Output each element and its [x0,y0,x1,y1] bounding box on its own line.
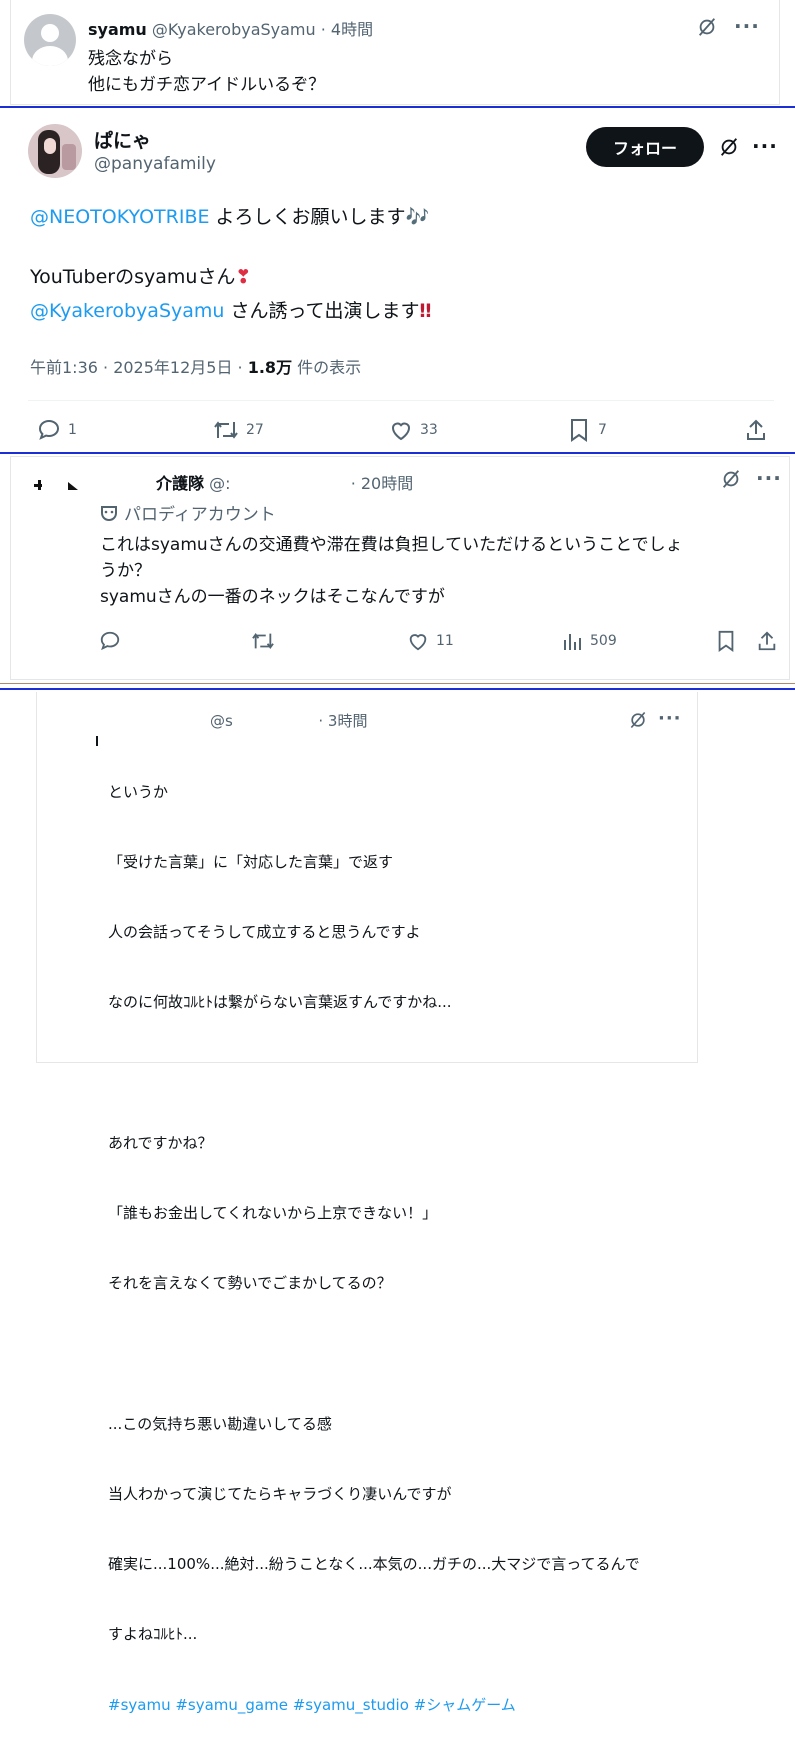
bookmark-button[interactable] [716,630,736,656]
grok-icon[interactable] [720,468,742,490]
text-line: ...この気持ち悪い勘違いしてる感 [108,1414,332,1433]
more-icon[interactable]: ··· [658,710,682,728]
bookmark-icon [718,630,734,652]
mask-icon [101,505,117,521]
text-line: 当人わかって演じてたらキャラづくり凄いんですが [108,1484,452,1503]
text-line: 残念ながら [88,49,173,69]
text-line: syamuさんの一番のネックはそこなんですが [100,587,445,607]
more-icon[interactable]: ··· [756,468,782,488]
text-line: それを言えなくて勢いでごまかしてるの？ [108,1274,392,1293]
repost-icon [214,421,238,439]
share-button[interactable] [756,630,778,656]
reply-button[interactable]: 1 [36,418,77,442]
bookmark-button[interactable]: 7 [568,418,607,442]
text-cursor [96,736,98,746]
bookmark-icon [571,419,587,442]
action-bar: 1 27 33 7 [0,418,795,448]
post-syamu[interactable]: syamu @KyakerobyaSyamu · 4時間 残念ながら 他にもガチ… [0,0,795,106]
double-exclamation-emoji: ‼ [419,300,432,322]
views-button[interactable]: 509 [562,630,617,652]
more-icon[interactable]: ··· [734,16,760,36]
post-time[interactable]: · 4時間 [321,20,373,39]
divider [28,400,774,401]
hashtags[interactable]: #syamu #syamu_game #syamu_studio #シャムゲーム [108,1694,640,1717]
post-kaigotai[interactable]: 介護隊 @: · 20時間 ··· パロディアカウント これはsyamuさんの交… [0,454,795,682]
text-fragment: YouTuberのsyamuさん [30,266,236,288]
repost-button[interactable] [250,630,276,656]
text-line: 「誰もお金出してくれないから上京できない！」 [108,1204,438,1223]
post-text: というか 「受けた言葉」に「対応した言葉」で返す 人の会話ってそうして成立すると… [108,734,640,1764]
avatar[interactable] [28,124,82,178]
bookmark-count: 7 [598,422,607,438]
post-text: @NEOTOKYOTRIBE よろしくお願いします🎶 YouTuberのsyam… [30,200,431,328]
like-button[interactable]: 33 [388,418,438,442]
action-bar: 11 509 [0,630,795,656]
like-button[interactable]: 11 [406,630,454,652]
text-line: 人の会話ってそうして成立すると思うんですよ [108,923,421,942]
grok-icon[interactable] [696,16,718,38]
post-timestamp[interactable]: 午前1:36 · 2025年12月5日 · [30,358,248,377]
reply-button[interactable] [98,630,122,656]
text-line: 「受けた言葉」に「対応した言葉」で返す [108,853,394,872]
analytics-icon [564,634,581,650]
share-button[interactable] [744,418,768,446]
text-line: 他にもガチ恋アイドルいるぞ？ [88,75,326,95]
post-quote[interactable]: @s · 3時間 ··· というか 「受けた言葉」に「対応した言葉」で返す 人の… [0,690,795,1714]
author-handle[interactable]: @s [210,712,233,730]
text-line: というか [108,782,169,801]
repost-icon [252,633,274,649]
text-fragment: よろしくお願いします [209,206,406,228]
follow-button[interactable]: フォロー [586,127,704,167]
post-meta: 午前1:36 · 2025年12月5日 · 1.8万 件の表示 [30,354,361,378]
text-line: あれですかね？ [108,1133,213,1152]
text-line: 確実に...100%...絶対...紛うことなく...本気の...ガチの...大… [108,1555,640,1574]
parody-label: パロディアカウント [100,500,276,525]
mention-link[interactable]: @KyakerobyaSyamu [30,300,224,322]
avatar[interactable] [24,14,76,66]
like-count: 11 [436,633,454,649]
more-icon[interactable]: ··· [752,136,778,156]
grok-icon[interactable] [718,136,740,158]
repost-count: 27 [246,422,264,438]
grok-icon[interactable] [628,710,648,730]
repost-button[interactable]: 27 [212,418,264,442]
mention-link[interactable]: @NEOTOKYOTRIBE [30,206,210,228]
post-panya[interactable]: ぱにゃ @panyafamily フォロー ··· @NEOTOKYOTRIBE… [0,108,795,452]
author-handle[interactable]: @KyakerobyaSyamu [152,20,316,39]
heart-icon [409,634,427,651]
view-label: 件の表示 [292,358,362,377]
post-text: 残念ながら 他にもガチ恋アイドルいるぞ？ [88,46,325,98]
author-handle[interactable]: @: [209,474,230,493]
avatar[interactable] [30,474,86,530]
view-count: 1.8万 [247,358,293,377]
share-icon [758,631,776,651]
like-count: 33 [420,422,438,438]
author-name[interactable]: ぱにゃ [94,126,151,153]
heart-icon [391,422,411,441]
music-notes-emoji: 🎶 [405,206,430,228]
text-line: すよねｺﾙﾋﾄ... [108,1625,198,1644]
post-time[interactable]: · 20時間 [351,474,414,493]
separator [0,683,795,684]
post-time[interactable]: · 3時間 [318,712,367,730]
author-name[interactable]: 介護隊 [156,474,204,493]
view-count: 509 [590,633,617,649]
author-handle[interactable]: @panyafamily [94,154,216,174]
text-line: なのに何故ｺﾙﾋﾄは繋がらない言葉返すんですかね... [108,993,452,1012]
share-icon [747,419,765,440]
text-line: これはsyamuさんの交通費や滞在費は負担していただけるということでしょ [100,535,683,555]
post-text: これはsyamuさんの交通費や滞在費は負担していただけるということでしょ うか？… [100,532,683,610]
reply-icon [100,631,120,651]
text-fragment: さん誘って出演します [224,300,420,322]
text-line: うか？ [100,561,151,581]
reply-count: 1 [68,422,77,438]
author-name[interactable]: syamu [88,20,147,39]
heart-exclamation-emoji: ❣ [235,266,252,288]
reply-icon [38,419,60,440]
